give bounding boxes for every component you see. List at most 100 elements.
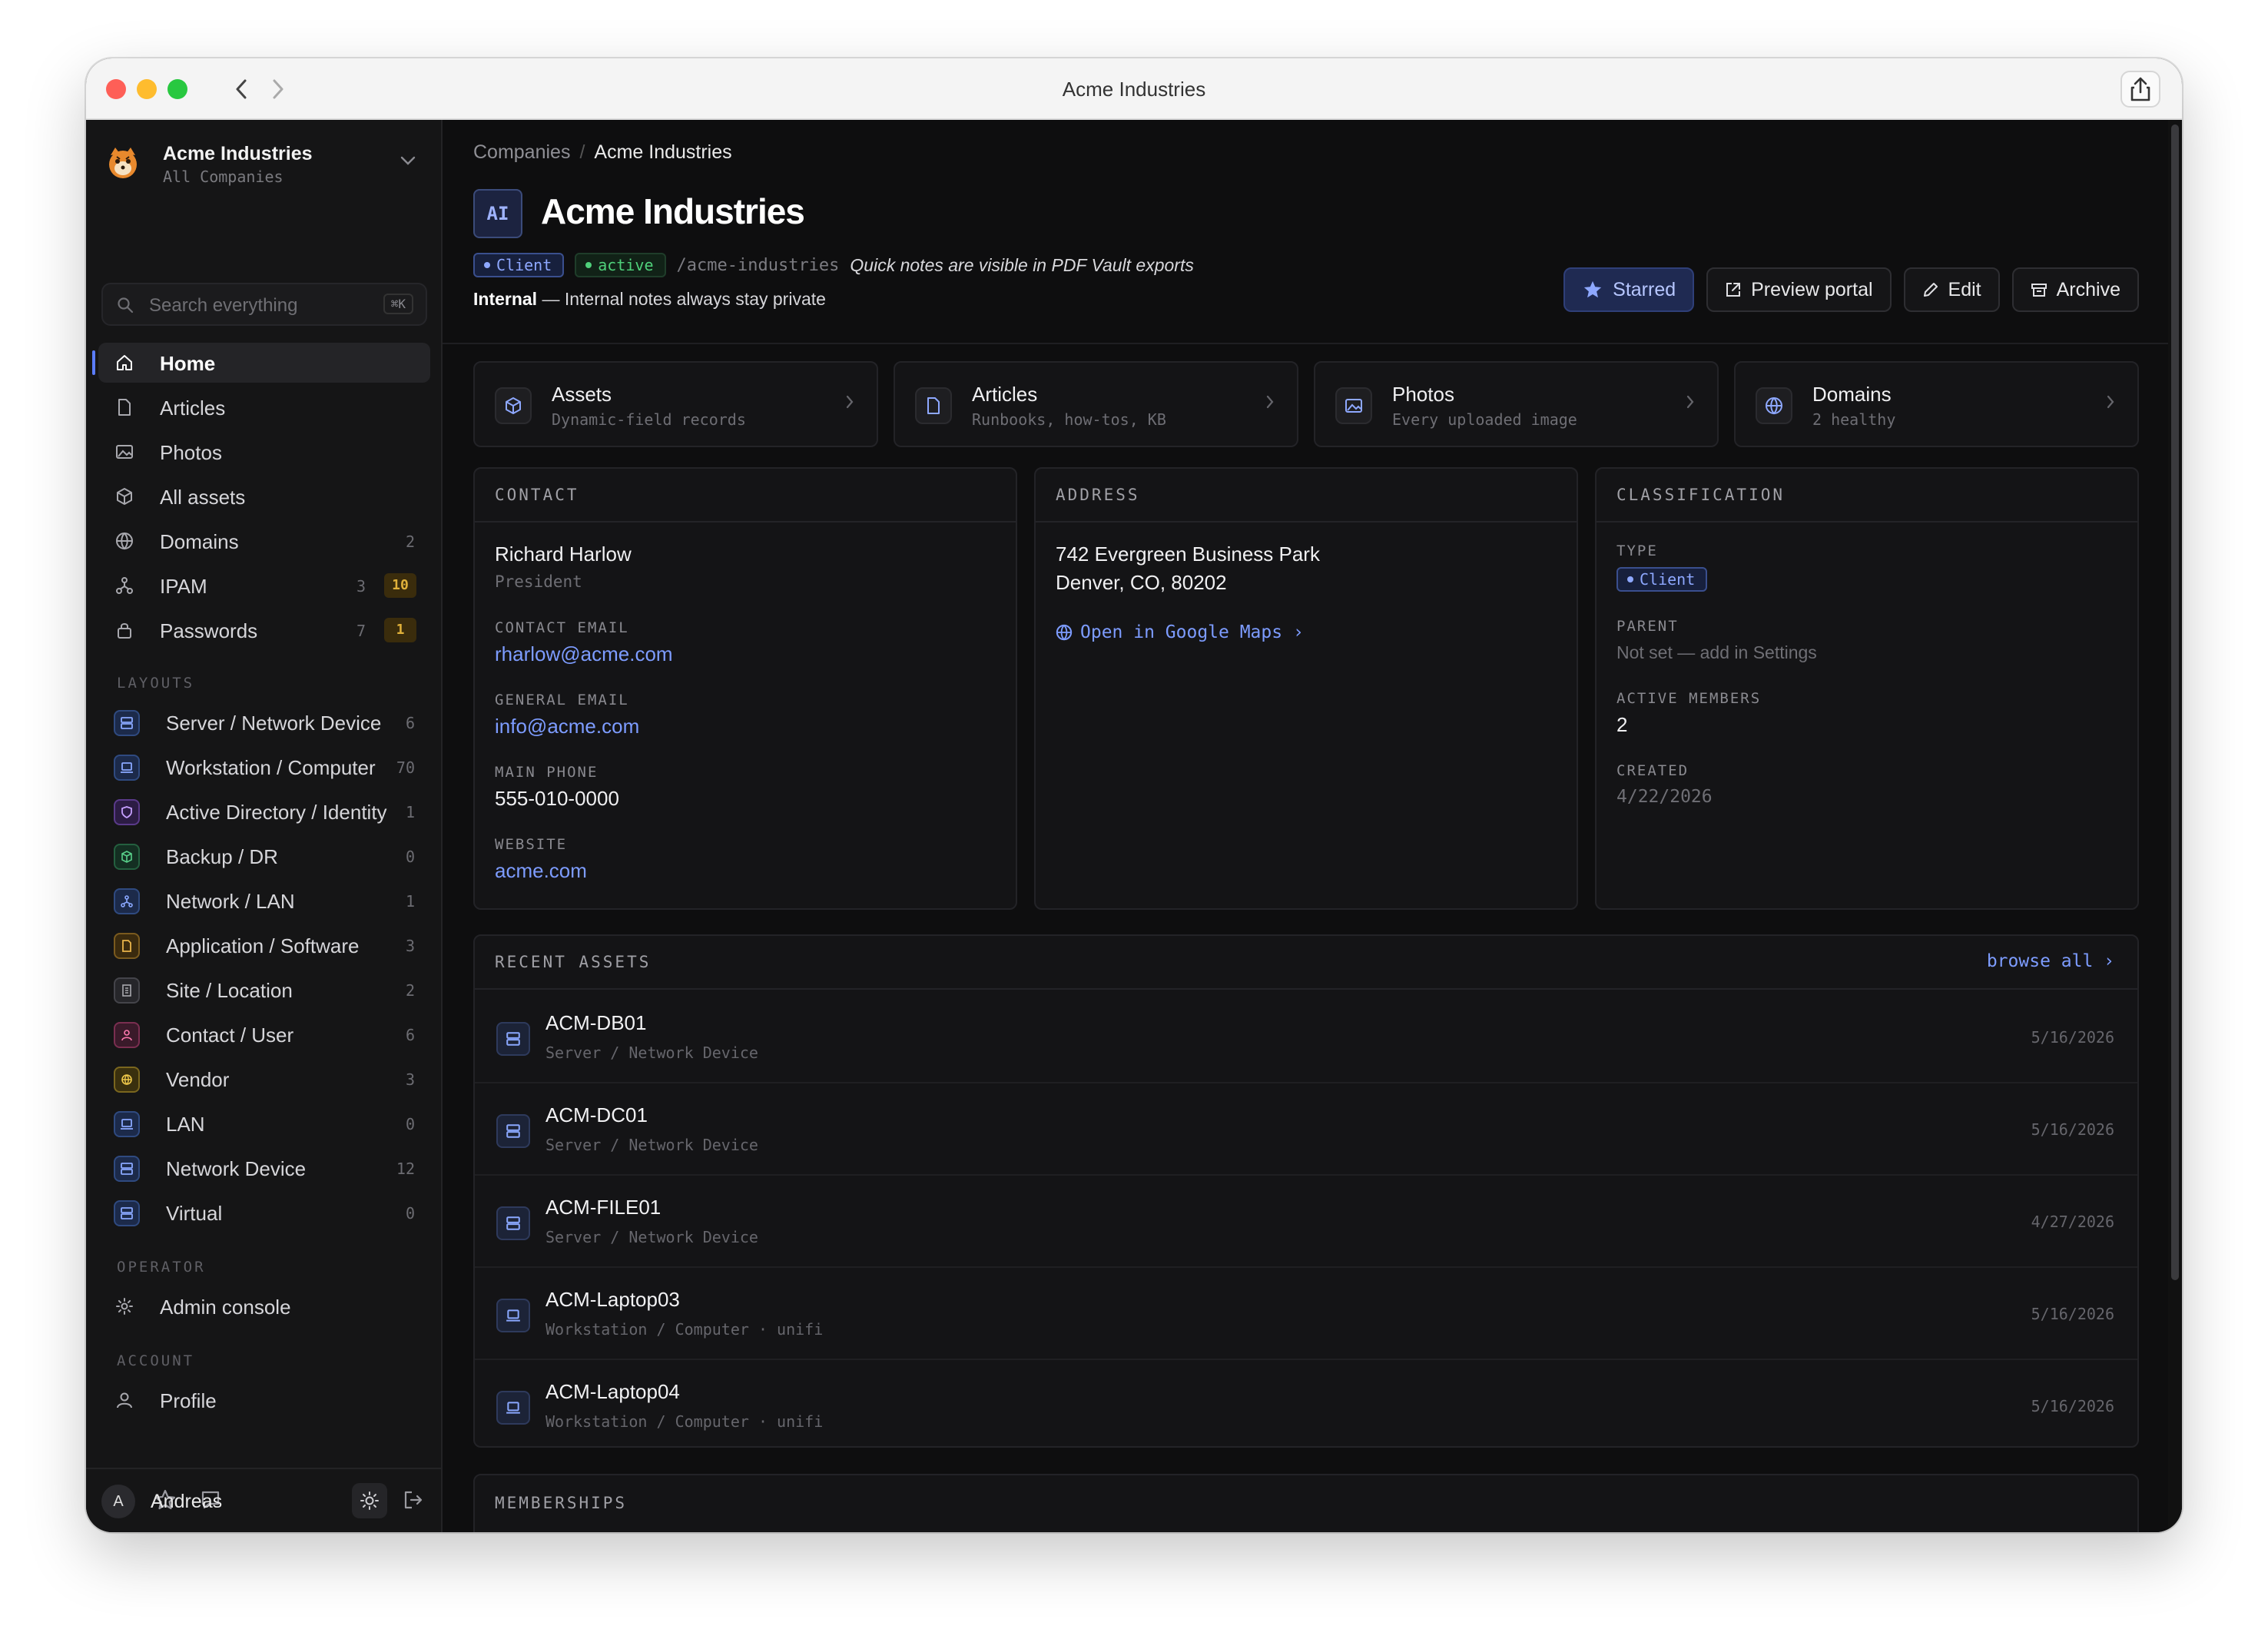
layout-item-application[interactable]: Application / Software 3	[98, 925, 430, 965]
user-name: Andreas	[151, 1491, 223, 1512]
building-icon	[114, 977, 140, 1004]
table-row[interactable]: ACM-FILE01 Server / Network Device 4/27/…	[475, 1176, 2137, 1268]
globe-icon	[1756, 387, 1792, 424]
internal-note-text: — Internal notes always stay private	[537, 289, 826, 309]
quick-card-articles[interactable]: Articles Runbooks, how-tos, KB	[894, 361, 1298, 447]
document-icon	[915, 387, 952, 424]
active-status-badge: active	[575, 253, 666, 277]
quick-card-photos[interactable]: Photos Every uploaded image	[1314, 361, 1719, 447]
layout-item-label: Virtual	[166, 1202, 223, 1225]
field-label: CREATED	[1616, 762, 1689, 779]
chevron-right-icon	[1266, 395, 1274, 409]
item-count: 3	[405, 1070, 415, 1089]
backup-cube-icon	[114, 844, 140, 870]
file-icon	[114, 933, 140, 959]
google-maps-link[interactable]: Open in Google Maps ›	[1056, 622, 1304, 642]
org-switcher[interactable]: Acme Industries All Companies	[104, 137, 423, 191]
asset-date: 4/27/2026	[2031, 1213, 2114, 1231]
edit-button[interactable]: Edit	[1903, 267, 2000, 312]
logout-icon[interactable]	[403, 1489, 424, 1511]
layout-item-lan[interactable]: LAN 0	[98, 1103, 430, 1143]
sidebar-item-profile[interactable]: Profile	[98, 1380, 430, 1420]
layout-item-contact[interactable]: Contact / User 6	[98, 1014, 430, 1054]
general-email-link[interactable]: info@acme.com	[495, 715, 639, 738]
starred-button[interactable]: Starred	[1563, 267, 1695, 312]
preview-portal-button[interactable]: Preview portal	[1706, 267, 1892, 312]
theme-toggle-button[interactable]	[352, 1483, 387, 1518]
layout-item-label: Server / Network Device	[166, 712, 382, 735]
search-input[interactable]: Search everything ⌘K	[101, 283, 427, 326]
quick-card-assets[interactable]: Assets Dynamic-field records	[473, 361, 878, 447]
image-icon	[1335, 387, 1372, 424]
card-title: CLASSIFICATION	[1616, 486, 1786, 504]
table-row[interactable]: ACM-DB01 Server / Network Device 5/16/20…	[475, 991, 2137, 1083]
archive-button-label: Archive	[2056, 278, 2120, 300]
search-icon	[118, 297, 134, 314]
gear-icon	[116, 1298, 133, 1315]
table-row[interactable]: ACM-Laptop03 Workstation / Computer · un…	[475, 1268, 2137, 1360]
breadcrumb-companies-link[interactable]: Companies	[473, 141, 570, 163]
recent-assets-panel: RECENT ASSETS browse all › ACM-DB01 Serv…	[473, 934, 2139, 1448]
status-dot	[484, 262, 490, 268]
item-count: 6	[405, 714, 415, 732]
layout-item-site[interactable]: Site / Location 2	[98, 970, 430, 1010]
table-row[interactable]: ACM-Laptop04 Workstation / Computer · un…	[475, 1360, 2137, 1452]
field-label: MAIN PHONE	[495, 764, 598, 781]
sidebar-item-photos[interactable]: Photos	[98, 432, 430, 472]
client-tag: Client	[473, 253, 565, 277]
quick-card-subtitle: Every uploaded image	[1392, 410, 1577, 429]
field-label: PARENT	[1616, 618, 1679, 635]
panel-header: RECENT ASSETS browse all ›	[475, 936, 2137, 990]
sidebar-item-label: Photos	[160, 441, 222, 464]
sidebar-item-home[interactable]: Home	[92, 343, 430, 383]
contact-name: Richard Harlow	[495, 542, 632, 566]
quick-card-domains[interactable]: Domains 2 healthy	[1734, 361, 2139, 447]
layout-item-server[interactable]: Server / Network Device 6	[98, 702, 430, 742]
contact-role: President	[495, 572, 582, 591]
lock-icon	[118, 623, 131, 639]
layout-item-label: Vendor	[166, 1068, 230, 1091]
sidebar-item-all-assets[interactable]: All assets	[98, 476, 430, 516]
avatar[interactable]: A	[101, 1485, 135, 1518]
layout-item-workstation[interactable]: Workstation / Computer 70	[98, 747, 430, 787]
sidebar-item-admin-console[interactable]: Admin console	[98, 1286, 430, 1326]
laptop-icon	[496, 1299, 530, 1332]
field-label: GENERAL EMAIL	[495, 692, 629, 708]
address-card: ADDRESS 742 Evergreen Business Park Denv…	[1034, 467, 1578, 910]
share-button[interactable]	[2120, 71, 2160, 108]
item-count: 12	[396, 1160, 415, 1178]
layout-item-network-lan[interactable]: Network / LAN 1	[98, 881, 430, 921]
search-placeholder: Search everything	[149, 295, 298, 316]
chevron-down-icon	[400, 156, 416, 165]
layout-item-virtual[interactable]: Virtual 0	[98, 1193, 430, 1233]
contact-email-link[interactable]: rharlow@acme.com	[495, 642, 673, 666]
user-icon	[117, 1392, 132, 1408]
sidebar-item-domains[interactable]: Domains 2	[98, 521, 430, 561]
sidebar-item-ipam[interactable]: IPAM 3 10	[98, 566, 430, 606]
org-subtitle: All Companies	[163, 168, 284, 186]
type-field: TYPE Client	[1616, 542, 1708, 592]
table-row[interactable]: ACM-DC01 Server / Network Device 5/16/20…	[475, 1083, 2137, 1176]
browse-all-link[interactable]: browse all ›	[1987, 951, 2114, 971]
cube-icon	[495, 387, 532, 424]
pencil-icon	[1923, 283, 1938, 297]
layout-item-active-directory[interactable]: Active Directory / Identity 1	[98, 791, 430, 831]
layout-item-vendor[interactable]: Vendor 3	[98, 1059, 430, 1099]
preview-portal-label: Preview portal	[1751, 278, 1873, 300]
archive-button[interactable]: Archive	[2011, 267, 2139, 312]
quick-card-title: Articles	[972, 383, 1038, 406]
asset-type: Server / Network Device	[545, 1043, 758, 1062]
company-initials-badge: AI	[473, 189, 522, 238]
laptop-icon	[496, 1391, 530, 1425]
website-link[interactable]: acme.com	[495, 859, 587, 883]
scrollbar-thumb[interactable]	[2171, 124, 2179, 1280]
contact-card: CONTACT Richard Harlow President CONTACT…	[473, 467, 1017, 910]
main-scrollbar[interactable]	[2168, 120, 2182, 1532]
layout-item-network-device[interactable]: Network Device 12	[98, 1148, 430, 1188]
layout-item-backup[interactable]: Backup / DR 0	[98, 836, 430, 876]
memberships-panel: MEMBERSHIPS	[473, 1474, 2139, 1532]
sidebar-item-passwords[interactable]: Passwords 7 1	[98, 610, 430, 650]
chevron-right-icon	[1686, 395, 1694, 409]
page-title: Acme Industries	[541, 191, 805, 231]
sidebar-item-articles[interactable]: Articles	[98, 387, 430, 427]
